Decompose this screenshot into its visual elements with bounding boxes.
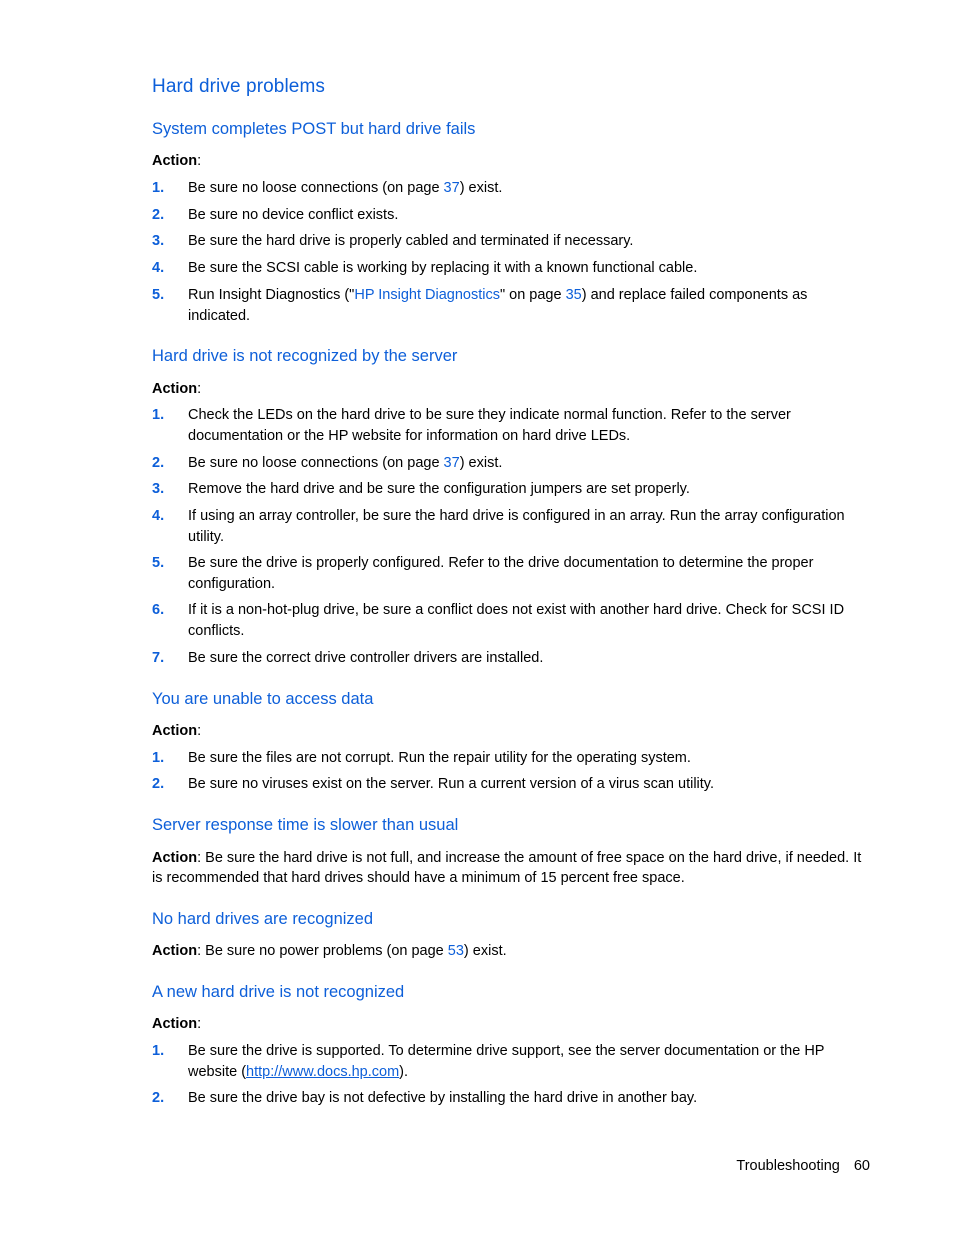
footer-section: Troubleshooting (736, 1158, 840, 1174)
list-item: 2. Be sure the drive bay is not defectiv… (152, 1088, 864, 1109)
list-number: 4. (152, 260, 165, 276)
action-label: Action: (152, 153, 202, 169)
list-number: 3. (152, 233, 165, 249)
list-number: 4. (152, 508, 165, 524)
list-number: 1. (152, 750, 165, 766)
page-link[interactable]: 53 (448, 943, 464, 959)
section-heading: Hard drive is not recognized by the serv… (152, 347, 458, 365)
list-item: 7. Be sure the correct drive controller … (152, 648, 864, 669)
url-link[interactable]: http://www.docs.hp.com (246, 1064, 399, 1080)
list-item: 1. Be sure no loose connections (on page… (152, 178, 864, 199)
section-heading: Server response time is slower than usua… (152, 816, 459, 834)
list-number: 2. (152, 207, 165, 223)
action-label: Action: (152, 381, 202, 397)
list-item: 6. If it is a non-hot-plug drive, be sur… (152, 602, 845, 639)
document-page: Hard drive problems System completes POS… (0, 0, 954, 1235)
list-item: 5. Be sure the drive is properly configu… (152, 555, 814, 592)
list-item: 2. Be sure no device conflict exists. (152, 205, 864, 226)
section-heading: No hard drives are recognized (152, 910, 374, 928)
section-heading: A new hard drive is not recognized (152, 983, 405, 1001)
action-paragraph: Action: Be sure no power problems (on pa… (152, 943, 507, 959)
page-number: 60 (853, 1158, 870, 1174)
list-item: 3. Be sure the hard drive is properly ca… (152, 231, 864, 252)
xref-link[interactable]: HP Insight Diagnostics (354, 287, 500, 303)
list-item: 2. Be sure no loose connections (on page… (152, 453, 864, 474)
list-number: 2. (152, 776, 165, 792)
list-number: 7. (152, 650, 165, 666)
list-number: 1. (152, 407, 165, 423)
page-footer: Troubleshooting 60 (736, 1158, 870, 1174)
list-number: 2. (152, 455, 165, 471)
list-item: 5. Run Insight Diagnostics ("HP Insight … (152, 287, 808, 324)
page-link[interactable]: 37 (444, 455, 460, 471)
list-number: 3. (152, 481, 165, 497)
list-number: 6. (152, 602, 165, 618)
list-item: 4. Be sure the SCSI cable is working by … (152, 258, 864, 279)
page-title: Hard drive problems (152, 76, 325, 97)
list-item: 2. Be sure no viruses exist on the serve… (152, 774, 864, 795)
section-heading: System completes POST but hard drive fai… (152, 120, 476, 138)
list-number: 5. (152, 555, 165, 571)
list-number: 1. (152, 180, 165, 196)
action-paragraph: Action: Be sure the hard drive is not fu… (152, 850, 862, 886)
list-number: 1. (152, 1043, 165, 1059)
section-heading: You are unable to access data (152, 690, 374, 708)
list-item: 1. Be sure the files are not corrupt. Ru… (152, 748, 864, 769)
list-item: 4. If using an array controller, be sure… (152, 508, 845, 545)
action-label: Action: (152, 1016, 202, 1032)
list-number: 2. (152, 1090, 165, 1106)
page-link[interactable]: 37 (444, 180, 460, 196)
action-label: Action: (152, 723, 202, 739)
list-item: 3. Remove the hard drive and be sure the… (152, 479, 864, 500)
list-number: 5. (152, 287, 165, 303)
list-item: 1. Check the LEDs on the hard drive to b… (152, 407, 791, 444)
list-item: 1. Be sure the drive is supported. To de… (152, 1043, 825, 1080)
page-link[interactable]: 35 (566, 287, 582, 303)
